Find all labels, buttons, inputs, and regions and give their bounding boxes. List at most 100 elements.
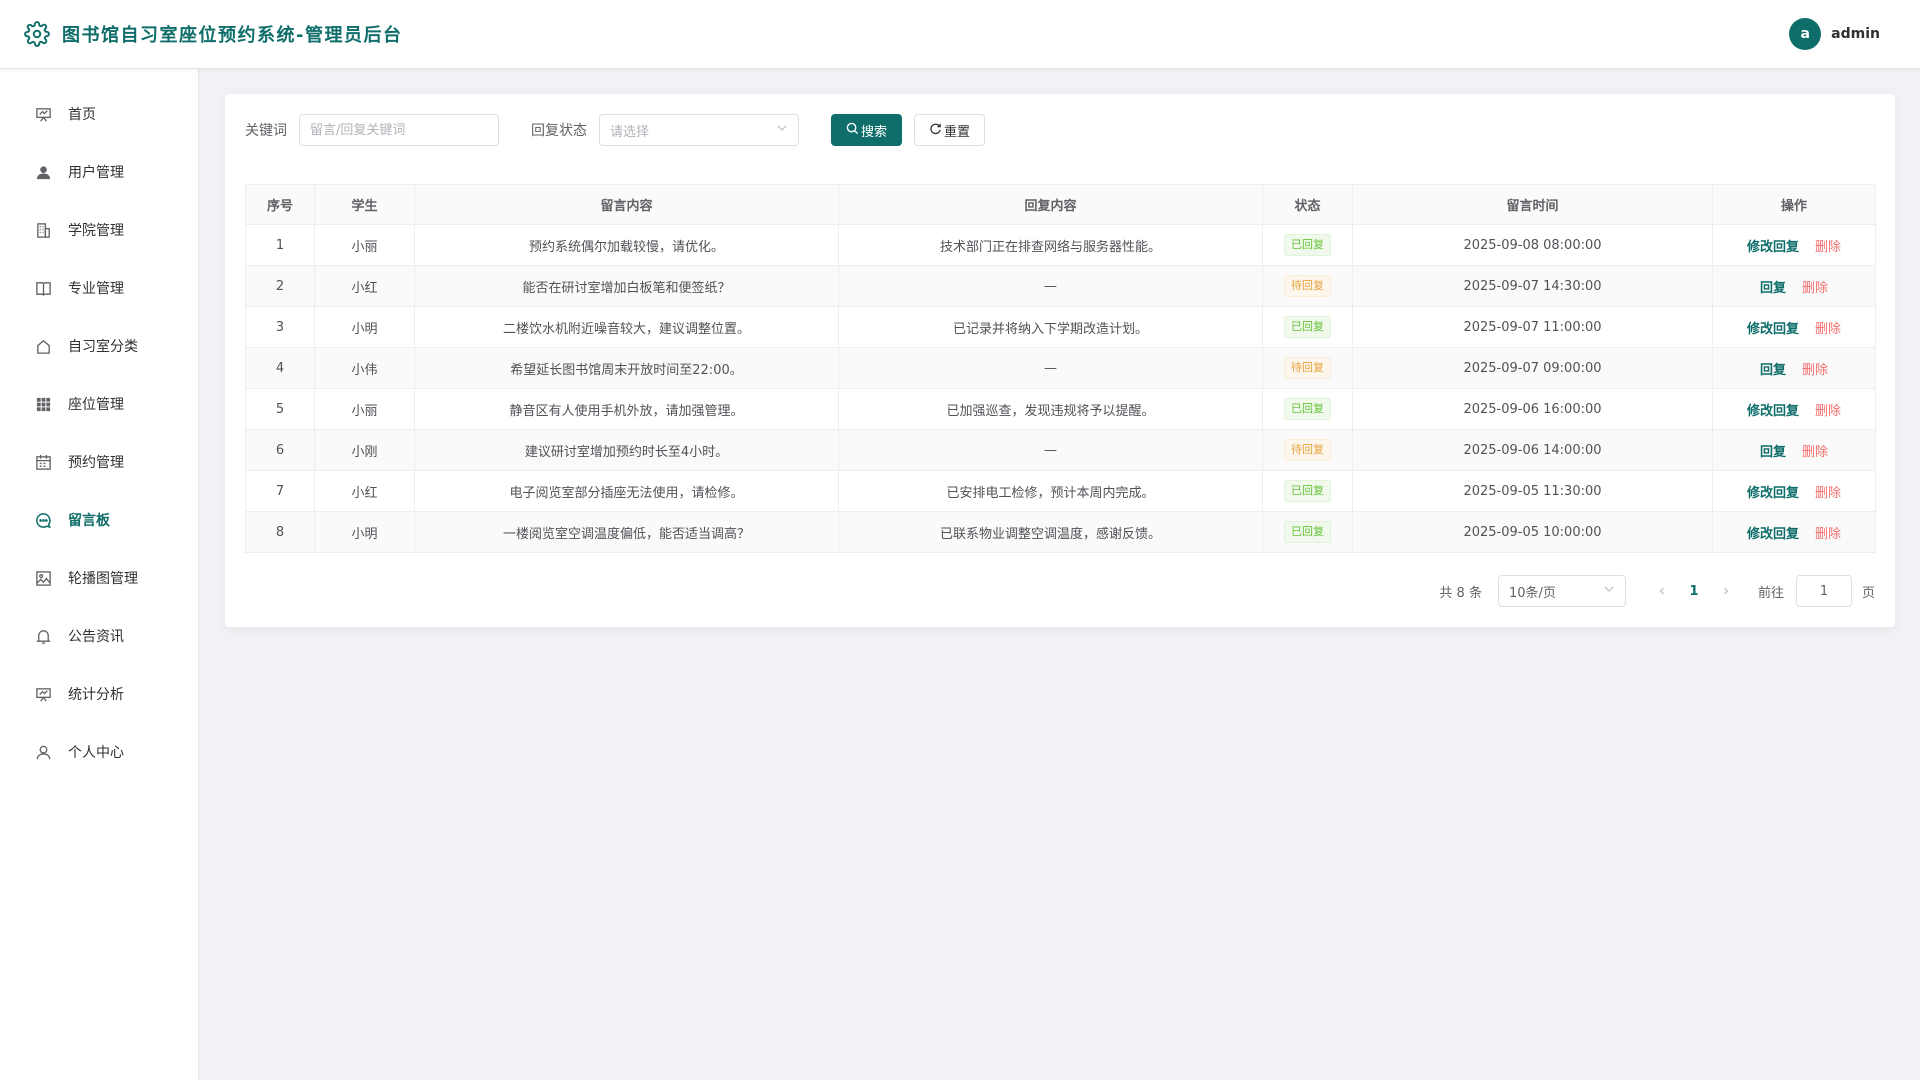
user-menu[interactable]: a admin bbox=[1789, 18, 1880, 50]
cell-reply: 已联系物业调整空调温度，感谢反馈。 bbox=[838, 511, 1263, 553]
edit-reply-button[interactable]: 修改回复 bbox=[1747, 236, 1799, 255]
sidebar-item-statistics[interactable]: 统计分析 bbox=[0, 665, 198, 723]
sidebar-item-users[interactable]: 用户管理 bbox=[0, 143, 198, 201]
cell-no: 1 bbox=[245, 224, 315, 266]
cell-status: 已回复 bbox=[1262, 388, 1353, 430]
column-header-reply: 回复内容 bbox=[838, 184, 1263, 225]
cell-time: 2025-09-07 14:30:00 bbox=[1352, 265, 1713, 307]
page-size-select[interactable]: 10条/页 bbox=[1497, 575, 1626, 607]
chevron-right-icon bbox=[1724, 587, 1729, 595]
status-badge: 已回复 bbox=[1284, 398, 1331, 420]
search-icon bbox=[846, 122, 859, 139]
delete-button[interactable]: 删除 bbox=[1815, 482, 1841, 501]
cell-actions: 修改回复 删除 bbox=[1712, 306, 1876, 348]
column-header-no: 序号 bbox=[245, 184, 315, 225]
reply-button[interactable]: 回复 bbox=[1760, 441, 1786, 460]
delete-button[interactable]: 删除 bbox=[1815, 236, 1841, 255]
brand: 图书馆自习室座位预约系统-管理员后台 bbox=[24, 21, 402, 47]
cell-reply: — bbox=[838, 429, 1263, 471]
edit-reply-button[interactable]: 修改回复 bbox=[1747, 318, 1799, 337]
pagination-total: 共 8 条 bbox=[1439, 585, 1482, 601]
cell-status: 待回复 bbox=[1262, 347, 1353, 389]
delete-button[interactable]: 删除 bbox=[1815, 400, 1841, 419]
cell-student: 小明 bbox=[314, 306, 415, 348]
table-row: 1 小丽 预约系统偶尔加载较慢，请优化。 技术部门正在排查网络与服务器性能。 已… bbox=[245, 224, 1876, 266]
delete-button[interactable]: 删除 bbox=[1815, 318, 1841, 337]
cell-time: 2025-09-06 16:00:00 bbox=[1352, 388, 1713, 430]
cell-content: 能否在研讨室增加白板笔和便签纸？ bbox=[414, 265, 839, 307]
cell-status: 已回复 bbox=[1262, 470, 1353, 512]
reply-button[interactable]: 回复 bbox=[1760, 359, 1786, 378]
sidebar-item-reservations[interactable]: 预约管理 bbox=[0, 433, 198, 491]
page-size-value: 10条/页 bbox=[1508, 585, 1556, 601]
prev-page-button[interactable] bbox=[1646, 575, 1678, 607]
app-title: 图书馆自习室座位预约系统-管理员后台 bbox=[62, 25, 403, 46]
sidebar-item-label: 轮播图管理 bbox=[68, 571, 138, 587]
table-row: 8 小明 一楼阅览室空调温度偏低，能否适当调高？ 已联系物业调整空调温度，感谢反… bbox=[245, 511, 1876, 553]
cell-reply: 技术部门正在排查网络与服务器性能。 bbox=[838, 224, 1263, 266]
delete-button[interactable]: 删除 bbox=[1815, 523, 1841, 542]
cell-student: 小丽 bbox=[314, 224, 415, 266]
cell-time: 2025-09-05 11:30:00 bbox=[1352, 470, 1713, 512]
sidebar-item-message-board[interactable]: 留言板 bbox=[0, 491, 198, 549]
cell-student: 小刚 bbox=[314, 429, 415, 471]
sidebar-item-profile[interactable]: 个人中心 bbox=[0, 723, 198, 781]
table-row: 4 小伟 希望延长图书馆周末开放时间至22:00。 — 待回复 2025-09-… bbox=[245, 347, 1876, 389]
column-header-time: 留言时间 bbox=[1352, 184, 1713, 225]
sidebar-item-label: 统计分析 bbox=[68, 687, 124, 703]
table-row: 7 小红 电子阅览室部分插座无法使用，请检修。 已安排电工检修，预计本周内完成。… bbox=[245, 470, 1876, 512]
delete-button[interactable]: 删除 bbox=[1802, 359, 1828, 378]
avatar[interactable]: a bbox=[1789, 18, 1822, 50]
cell-content: 静音区有人使用手机外放，请加强管理。 bbox=[414, 388, 839, 430]
delete-button[interactable]: 删除 bbox=[1802, 277, 1828, 296]
cell-no: 6 bbox=[245, 429, 315, 471]
keyword-input[interactable] bbox=[299, 114, 499, 146]
sidebar-item-announcements[interactable]: 公告资讯 bbox=[0, 607, 198, 665]
pagination: 共 8 条 10条/页 1 前往 页 bbox=[1439, 575, 1875, 607]
cell-actions: 修改回复 删除 bbox=[1712, 511, 1876, 553]
next-page-button[interactable] bbox=[1710, 575, 1742, 607]
cell-content: 二楼饮水机附近噪音较大，建议调整位置。 bbox=[414, 306, 839, 348]
cell-status: 已回复 bbox=[1262, 224, 1353, 266]
cell-actions: 修改回复 删除 bbox=[1712, 388, 1876, 430]
goto-page-input[interactable] bbox=[1795, 575, 1852, 607]
reset-button[interactable]: 重置 bbox=[914, 114, 986, 146]
sidebar-item-majors[interactable]: 专业管理 bbox=[0, 259, 198, 317]
edit-reply-button[interactable]: 修改回复 bbox=[1747, 523, 1799, 542]
edit-reply-button[interactable]: 修改回复 bbox=[1747, 400, 1799, 419]
cell-actions: 修改回复 删除 bbox=[1712, 470, 1876, 512]
reply-button[interactable]: 回复 bbox=[1760, 277, 1786, 296]
cell-student: 小红 bbox=[314, 470, 415, 512]
sidebar-item-home[interactable]: 首页 bbox=[0, 85, 198, 143]
cell-reply: 已加强巡查，发现违规将予以提醒。 bbox=[838, 388, 1263, 430]
cell-no: 8 bbox=[245, 511, 315, 553]
status-badge: 已回复 bbox=[1284, 521, 1331, 543]
page-number-current[interactable]: 1 bbox=[1678, 575, 1710, 607]
cell-student: 小红 bbox=[314, 265, 415, 307]
column-header-status: 状态 bbox=[1262, 184, 1353, 225]
chat-icon bbox=[34, 511, 52, 529]
top-header: 图书馆自习室座位预约系统-管理员后台 a admin bbox=[0, 0, 1920, 69]
search-button[interactable]: 搜索 bbox=[831, 114, 903, 146]
cell-student: 小伟 bbox=[314, 347, 415, 389]
sidebar-item-label: 学院管理 bbox=[68, 223, 124, 239]
sidebar-item-seats[interactable]: 座位管理 bbox=[0, 375, 198, 433]
sidebar-item-room-category[interactable]: 自习室分类 bbox=[0, 317, 198, 375]
cell-content: 希望延长图书馆周末开放时间至22:00。 bbox=[414, 347, 839, 389]
page-suffix-label: 页 bbox=[1861, 585, 1875, 601]
sidebar-item-carousel[interactable]: 轮播图管理 bbox=[0, 549, 198, 607]
home-icon bbox=[34, 105, 52, 123]
username[interactable]: admin bbox=[1831, 26, 1880, 42]
cell-no: 7 bbox=[245, 470, 315, 512]
edit-reply-button[interactable]: 修改回复 bbox=[1747, 482, 1799, 501]
cell-actions: 修改回复 删除 bbox=[1712, 224, 1876, 266]
delete-button[interactable]: 删除 bbox=[1802, 441, 1828, 460]
sidebar-item-label: 自习室分类 bbox=[68, 339, 138, 355]
keyword-label: 关键词 bbox=[245, 123, 287, 139]
column-header-actions: 操作 bbox=[1712, 184, 1876, 225]
cell-content: 预约系统偶尔加载较慢，请优化。 bbox=[414, 224, 839, 266]
refresh-icon bbox=[929, 122, 942, 139]
status-select[interactable]: 请选择 bbox=[599, 114, 799, 146]
cell-reply: 已记录并将纳入下学期改造计划。 bbox=[838, 306, 1263, 348]
sidebar-item-colleges[interactable]: 学院管理 bbox=[0, 201, 198, 259]
